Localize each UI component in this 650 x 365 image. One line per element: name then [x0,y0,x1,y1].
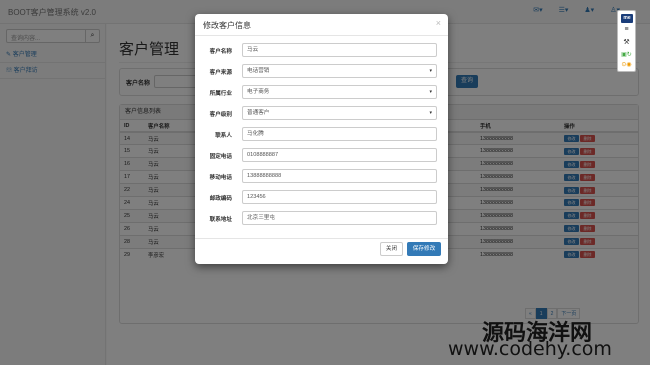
field-value: 13888888888 [247,173,282,179]
field-value: 123456 [247,194,266,200]
text-field[interactable]: 0108888887 [242,148,437,162]
field-value: 普通客户 [247,110,270,116]
save-button[interactable]: 保存修改 [407,242,441,256]
select-field[interactable]: 电子商务 ▾ [242,85,437,99]
chevron-down-icon: ▾ [429,68,432,74]
magic-wand-icon[interactable]: ⚒ [618,38,635,46]
field-label: 联系人 [215,133,232,139]
close-icon[interactable]: × [436,18,441,28]
field-value: 电子商务 [247,89,270,95]
field-label: 所属行业 [209,91,232,97]
form-row: 客户来源 电话营销 ▾ [195,64,448,80]
text-field[interactable]: 马云 [242,43,437,57]
field-value: 马化腾 [247,131,264,137]
field-value: 马云 [247,47,259,53]
form-row: 移动电话 13888888888 [195,169,448,185]
form-row: 联系人 马化腾 [195,127,448,143]
floating-toolbar: me ≡ ⚒ ▣↻ ⊙◉ [617,10,636,72]
close-button[interactable]: 关闭 [380,242,403,256]
select-field[interactable]: 普通客户 ▾ [242,106,437,120]
chevron-down-icon: ▾ [429,110,432,116]
field-value: 0108888887 [247,152,279,158]
form-row: 客户名称 马云 [195,43,448,59]
form-row: 固定电话 0108888887 [195,148,448,164]
help-icon[interactable]: ⊙◉ [618,61,635,68]
image-icon[interactable]: ▣↻ [618,51,635,58]
text-field[interactable]: 北京三里屯 [242,211,437,225]
field-label: 邮政编码 [209,196,232,202]
field-label: 客户来源 [209,70,232,76]
field-label: 联系地址 [209,217,232,223]
form-row: 客户级别 普通客户 ▾ [195,106,448,122]
field-value: 电话营销 [247,68,270,74]
divider [195,238,448,239]
field-label: 移动电话 [209,175,232,181]
field-value: 北京三里屯 [247,215,275,221]
text-field[interactable]: 马化腾 [242,127,437,141]
select-field[interactable]: 电话营销 ▾ [242,64,437,78]
edit-customer-modal: 修改客户信息 × 客户名称 马云客户来源 电话营销 ▾ 所属行业 电子商务 ▾ 客户级别 普通客… [195,14,448,264]
field-label: 客户级别 [209,112,232,118]
modal-header: 修改客户信息 × [195,14,448,36]
form-row: 邮政编码 123456 [195,190,448,206]
field-label: 客户名称 [209,49,232,55]
watermark-url: www.codehy.com [448,338,612,360]
me-logo-icon[interactable]: me [621,14,633,23]
form-row: 联系地址 北京三里屯 [195,211,448,227]
form-row: 所属行业 电子商务 ▾ [195,85,448,101]
menu-icon[interactable]: ≡ [618,26,635,33]
text-field[interactable]: 13888888888 [242,169,437,183]
modal-title: 修改客户信息 [203,21,251,30]
text-field[interactable]: 123456 [242,190,437,204]
field-label: 固定电话 [209,154,232,160]
chevron-down-icon: ▾ [429,89,432,95]
